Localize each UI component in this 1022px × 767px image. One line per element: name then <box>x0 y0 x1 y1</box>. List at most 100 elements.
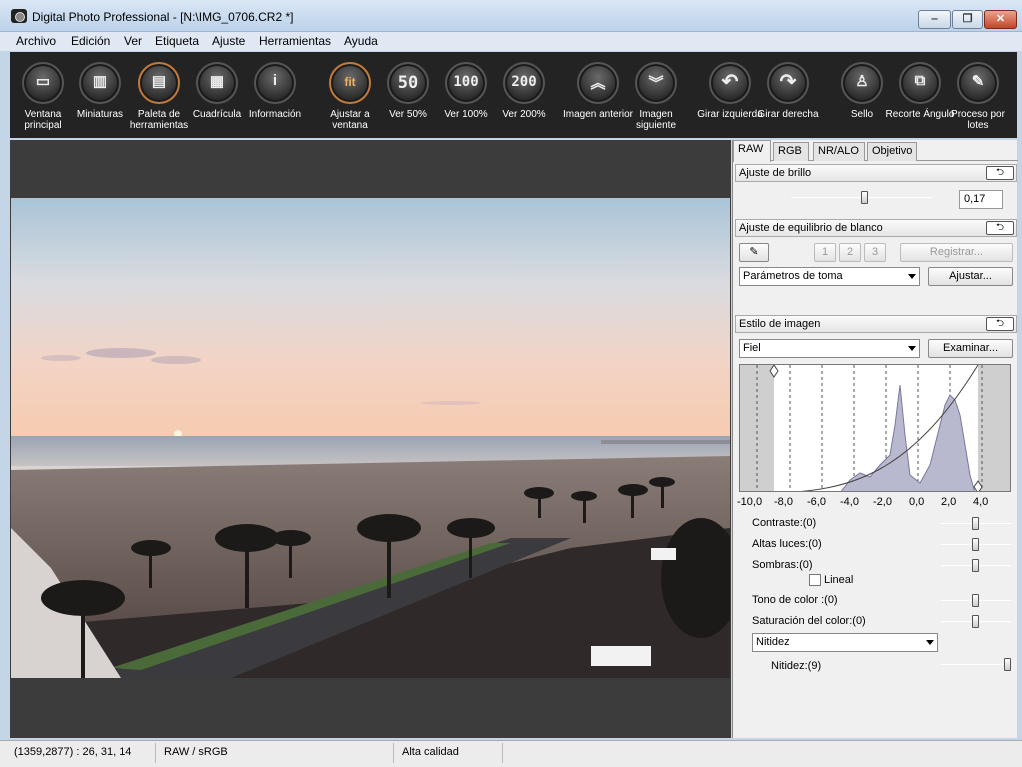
zoom-50-button[interactable]: 50 Ver 50% <box>378 52 438 138</box>
chevron-down-icon <box>908 346 916 351</box>
color-tone-label: Tono de color :(0) <box>752 594 838 606</box>
brightness-value-field[interactable]: 0,17 <box>959 190 1003 209</box>
color-space: RAW / sRGB <box>164 746 228 758</box>
white-balance-select[interactable]: Parámetros de toma <box>739 267 920 286</box>
batch-process-icon: ✎ <box>971 73 985 90</box>
title-bar: Digital Photo Professional - [N:\IMG_070… <box>0 0 1022 32</box>
grid-icon: ▦ <box>209 73 225 90</box>
next-image-button[interactable]: ︾ Imagen siguiente <box>626 52 686 138</box>
sharpness-slider-thumb[interactable] <box>1003 658 1011 671</box>
brightness-title: Ajuste de brillo <box>739 167 812 179</box>
maximize-button[interactable]: ❐ <box>952 10 983 29</box>
stamp-button[interactable]: ♙ Sello <box>832 52 892 138</box>
sharpness-slider[interactable] <box>941 664 1011 665</box>
pixel-coords: (1359,2877) : 26, 31, 14 <box>14 746 132 758</box>
toolbar: ▭ Ventana principal ▥ Miniaturas ▤ Palet… <box>10 52 1017 138</box>
tab-raw[interactable]: RAW <box>733 140 771 162</box>
fit-window-button[interactable]: fit Ajustar a ventana <box>320 52 380 138</box>
histogram-tick: -6,0 <box>807 496 826 508</box>
picture-style-reset-button[interactable]: ⮌ <box>986 317 1014 331</box>
tab-nr-alo[interactable]: NR/ALO <box>813 142 865 161</box>
sharpness-mode-select[interactable]: Nitidez <box>752 633 938 652</box>
menu-etiqueta[interactable]: Etiqueta <box>155 34 199 48</box>
brightness-header: Ajuste de brillo ⮌ <box>735 164 1017 182</box>
saturation-label: Saturación del color:(0) <box>752 615 866 627</box>
white-balance-title: Ajuste de equilibrio de blanco <box>739 222 883 234</box>
tool-palette-button[interactable]: ▤ Paleta de herramientas <box>129 52 189 138</box>
stamp-icon: ♙ <box>855 73 869 90</box>
previous-image-button[interactable]: ︽ Imagen anterior <box>563 52 633 138</box>
tool-palette: RAW RGB NR/ALO Objetivo Ajuste de brillo… <box>732 140 1018 738</box>
shadows-label: Sombras:(0) <box>752 559 813 571</box>
histogram-tick: -2,0 <box>873 496 892 508</box>
color-tone-slider-thumb[interactable] <box>972 594 979 607</box>
photo-preview[interactable] <box>11 198 730 678</box>
rotate-right-icon: ↷ <box>779 71 797 93</box>
white-balance-reset-button[interactable]: ⮌ <box>986 221 1014 235</box>
grid-button[interactable]: ▦ Cuadrícula <box>187 52 247 138</box>
brightness-slider-thumb[interactable] <box>860 191 868 204</box>
tool-tabs: RAW RGB NR/ALO Objetivo <box>733 140 1018 162</box>
brightness-reset-button[interactable]: ⮌ <box>986 166 1014 180</box>
zoom-200-icon: 200 <box>511 74 537 90</box>
previous-image-icon: ︽ <box>590 75 606 92</box>
tab-rgb[interactable]: RGB <box>773 142 809 161</box>
batch-process-button[interactable]: ✎ Proceso por lotes <box>948 52 1008 138</box>
zoom-200-button[interactable]: 200 Ver 200% <box>494 52 554 138</box>
wb-preset-1-button[interactable]: 1 <box>814 243 836 262</box>
menu-herramientas[interactable]: Herramientas <box>259 34 331 48</box>
status-bar: (1359,2877) : 26, 31, 14 RAW / sRGB Alta… <box>0 740 1022 767</box>
close-button[interactable]: ✕ <box>984 10 1017 29</box>
saturation-slider-thumb[interactable] <box>972 615 979 628</box>
status-divider <box>502 743 503 763</box>
rotate-left-button[interactable]: ↶ Girar izquierda <box>697 52 763 138</box>
sharpness-label: Nitidez:(9) <box>771 660 822 672</box>
info-button[interactable]: i Información <box>245 52 305 138</box>
menu-ajuste[interactable]: Ajuste <box>212 34 245 48</box>
white-balance-adjust-button[interactable]: Ajustar... <box>928 267 1013 286</box>
wb-preset-2-button[interactable]: 2 <box>839 243 861 262</box>
thumbnails-icon: ▥ <box>92 73 108 90</box>
shadows-slider-thumb[interactable] <box>972 559 979 572</box>
image-view[interactable] <box>10 140 731 738</box>
white-balance-eyedropper-button[interactable]: ✎ <box>739 243 769 262</box>
wb-register-button[interactable]: Registrar... <box>900 243 1013 262</box>
menu-archivo[interactable]: Archivo <box>16 34 56 48</box>
status-divider <box>393 743 394 763</box>
histogram-tick: 4,0 <box>973 496 989 508</box>
zoom-50-icon: 50 <box>397 73 419 93</box>
picture-style-browse-button[interactable]: Examinar... <box>928 339 1013 358</box>
highlights-label: Altas luces:(0) <box>752 538 822 550</box>
tab-objetivo[interactable]: Objetivo <box>867 142 917 161</box>
linear-checkbox[interactable] <box>809 574 821 586</box>
menu-bar: Archivo Edición Ver Etiqueta Ajuste Herr… <box>0 32 1022 51</box>
folder-icon: ▭ <box>35 73 51 90</box>
chevron-down-icon <box>926 640 934 645</box>
main-window-button[interactable]: ▭ Ventana principal <box>13 52 73 138</box>
histogram-tick: -10,0 <box>737 496 763 508</box>
menu-edicion[interactable]: Edición <box>71 34 110 48</box>
contrast-label: Contraste:(0) <box>752 517 817 529</box>
menu-ayuda[interactable]: Ayuda <box>344 34 378 48</box>
crop-angle-button[interactable]: ⧉ Recorte Ángulo <box>886 52 954 138</box>
camera-app-icon <box>11 9 27 23</box>
histogram-tick: -8,0 <box>774 496 793 508</box>
thumbnails-button[interactable]: ▥ Miniaturas <box>70 52 130 138</box>
menu-ver[interactable]: Ver <box>124 34 142 48</box>
minimize-button[interactable]: ‒ <box>918 10 951 29</box>
white-balance-header: Ajuste de equilibrio de blanco ⮌ <box>735 219 1017 237</box>
fit-icon: fit <box>344 75 356 89</box>
rotate-right-button[interactable]: ↷ Girar derecha <box>757 52 819 138</box>
zoom-100-button[interactable]: 100 Ver 100% <box>436 52 496 138</box>
tone-curve-histogram[interactable] <box>739 364 1011 492</box>
histogram-tick: 0,0 <box>909 496 925 508</box>
next-image-icon: ︾ <box>648 75 664 92</box>
picture-style-header: Estilo de imagen ⮌ <box>735 315 1017 333</box>
zoom-100-icon: 100 <box>453 74 479 90</box>
reset-icon: ⮌ <box>995 222 1004 233</box>
wb-preset-3-button[interactable]: 3 <box>864 243 886 262</box>
contrast-slider-thumb[interactable] <box>972 517 979 530</box>
highlights-slider-thumb[interactable] <box>972 538 979 551</box>
picture-style-select[interactable]: Fiel <box>739 339 920 358</box>
chevron-down-icon <box>908 274 916 279</box>
